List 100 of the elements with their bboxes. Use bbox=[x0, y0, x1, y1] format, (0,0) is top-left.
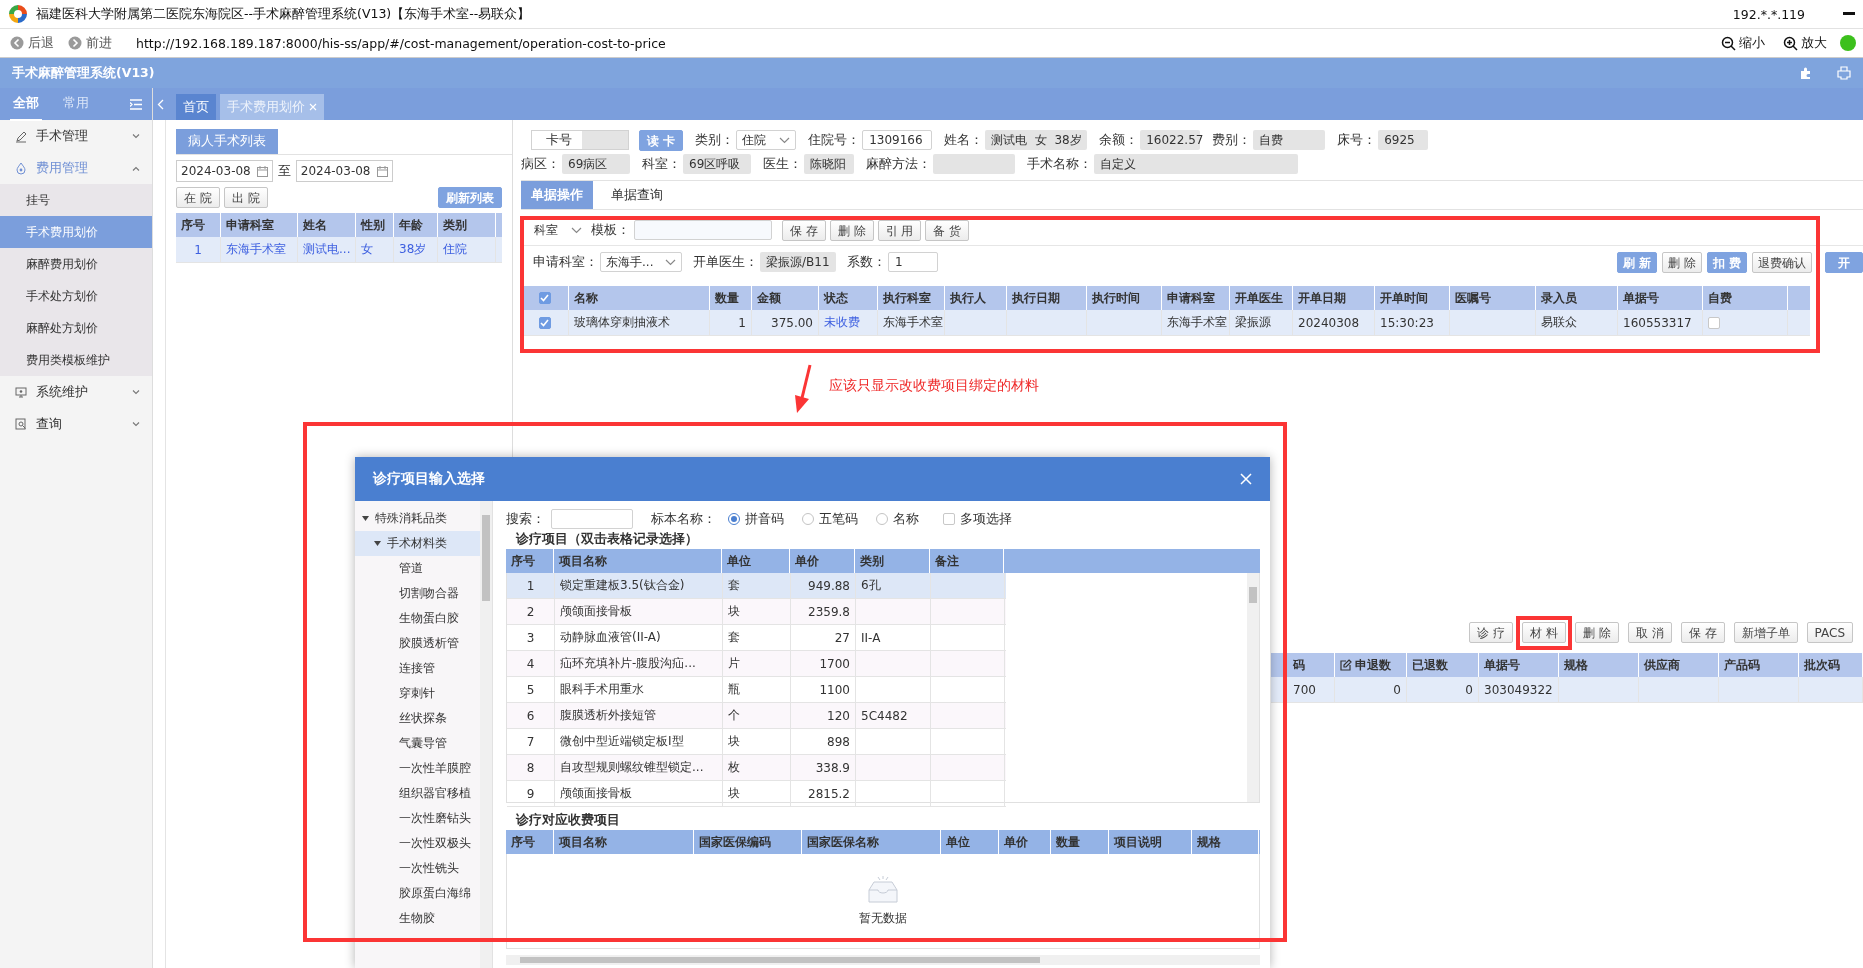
checkbox[interactable] bbox=[538, 292, 551, 304]
zoom-in-icon[interactable] bbox=[1783, 35, 1798, 51]
input-field[interactable]: 1 bbox=[888, 252, 938, 272]
chevron-left-icon[interactable] bbox=[157, 98, 164, 110]
chevron-icon bbox=[132, 421, 140, 427]
radio-option[interactable]: 名称 bbox=[870, 510, 925, 528]
zoom-out-button[interactable]: 缩小 bbox=[1715, 33, 1771, 53]
calendar-icon[interactable] bbox=[256, 165, 268, 177]
zoom-out-icon[interactable] bbox=[1721, 35, 1736, 51]
tree-item[interactable]: 特殊消耗品类 bbox=[355, 506, 480, 531]
sidebar-subitem[interactable]: 麻醉费用划价 bbox=[0, 248, 152, 280]
tree-item[interactable]: 丝状探条 bbox=[355, 706, 480, 731]
tree-item[interactable]: 一次性羊膜腔 bbox=[355, 756, 480, 781]
sidebar-subitem[interactable]: 手术处方划价 bbox=[0, 280, 152, 312]
radio-button[interactable] bbox=[876, 513, 888, 525]
scrollbar[interactable] bbox=[506, 955, 1260, 965]
template-field[interactable] bbox=[634, 220, 772, 240]
action-button[interactable]: 新增子单 bbox=[1733, 622, 1798, 643]
action-button[interactable]: 在 院 bbox=[176, 187, 220, 208]
field-label: 标本名称： bbox=[651, 510, 716, 528]
sidebar-item[interactable]: 查询 bbox=[0, 408, 152, 440]
tree-item[interactable]: 胶膜透析管 bbox=[355, 631, 480, 656]
radio-button[interactable] bbox=[802, 513, 814, 525]
table-row[interactable]: 玻璃体穿刺抽液术 1 375.00 未收费 东海手术室 东海手术室 梁振源 20240308 15:30:23 易联众 160553317 bbox=[521, 310, 1810, 336]
table-cell: 0 bbox=[1335, 677, 1407, 702]
table-row[interactable]: 2 颅颌面接骨板 块 2359.8 bbox=[507, 599, 1006, 625]
triangle-icon[interactable] bbox=[373, 539, 382, 548]
action-button[interactable]: 取 消 bbox=[1627, 622, 1672, 643]
tree-item[interactable]: 生物蛋白胶 bbox=[355, 606, 480, 631]
sidebar-subitem[interactable]: 挂号 bbox=[0, 184, 152, 216]
action-button[interactable]: 保 存 bbox=[1680, 622, 1725, 643]
table-cell: 块 bbox=[723, 599, 791, 624]
dropdown[interactable]: 东海手... bbox=[600, 252, 682, 272]
action-button[interactable]: 备 货 bbox=[925, 219, 970, 241]
close-icon[interactable] bbox=[309, 103, 317, 111]
checkbox-option[interactable]: 多项选择 bbox=[937, 510, 1018, 528]
back-button[interactable]: 后退 bbox=[6, 34, 58, 52]
sidebar-item[interactable]: 系统维护 bbox=[0, 376, 152, 408]
action-button[interactable]: 诊 疗 bbox=[1469, 622, 1514, 643]
triangle-icon[interactable] bbox=[361, 514, 370, 523]
date-field[interactable]: 2024-03-08 bbox=[176, 160, 273, 182]
table-row[interactable]: 6 腹膜透析外接短管 个 120 5C4482 bbox=[507, 703, 1006, 729]
checkbox[interactable] bbox=[538, 316, 551, 329]
tree-item[interactable]: 手术材料类 bbox=[355, 531, 480, 556]
action-button[interactable]: 删 除 bbox=[829, 219, 874, 241]
puzzle-icon[interactable] bbox=[1799, 66, 1813, 80]
table-cell: 1700 bbox=[791, 651, 856, 676]
action-button[interactable]: PACS bbox=[1806, 622, 1853, 643]
table-cell: 700 bbox=[1271, 677, 1335, 702]
tree-item[interactable]: 组织器官移植 bbox=[355, 781, 480, 806]
tree-item[interactable]: 切割吻合器 bbox=[355, 581, 480, 606]
forward-button[interactable]: 前进 bbox=[64, 34, 116, 52]
close-button[interactable] bbox=[1240, 473, 1252, 485]
tree-item[interactable]: 管道 bbox=[355, 556, 480, 581]
tree-item[interactable]: 穿刺针 bbox=[355, 681, 480, 706]
table-row[interactable]: 1 锁定重建板3.5(钛合金) 套 949.88 6孔 bbox=[507, 573, 1006, 599]
action-button[interactable]: 保 存 bbox=[782, 219, 826, 241]
table-row[interactable]: 8 自攻型规则螺纹锥型锁定... 枚 338.9 bbox=[507, 755, 1006, 781]
action-button[interactable]: 材 料 bbox=[1522, 622, 1567, 643]
card-number-field[interactable]: 卡号 bbox=[531, 130, 629, 150]
date-field[interactable]: 2024-03-08 bbox=[295, 160, 393, 182]
menu-icon[interactable] bbox=[130, 98, 142, 110]
sidebar-subitem[interactable]: 麻醉处方划价 bbox=[0, 312, 152, 344]
sidebar-subitem[interactable]: 费用类模板维护 bbox=[0, 344, 152, 376]
action-button[interactable]: 删 除 bbox=[1662, 251, 1702, 273]
table-row[interactable]: 700 0 0 303049322 bbox=[1271, 677, 1863, 703]
checkbox[interactable] bbox=[943, 513, 955, 525]
action-button[interactable]: 退费确认 bbox=[1752, 251, 1812, 273]
printer-icon[interactable] bbox=[1837, 66, 1851, 80]
action-button[interactable]: 出 院 bbox=[223, 187, 268, 208]
tree-item[interactable]: 生物胶 bbox=[355, 906, 480, 931]
arrow-right-icon[interactable] bbox=[68, 36, 82, 50]
tree-item[interactable]: 胶原蛋白海绵 bbox=[355, 881, 480, 906]
checkbox[interactable] bbox=[1708, 316, 1720, 329]
minimize-icon[interactable] bbox=[1843, 12, 1855, 16]
table-row[interactable]: 1 东海手术室 测试电... 女 38岁 住院 bbox=[176, 237, 502, 263]
table-cell: 3 bbox=[507, 625, 555, 650]
dropdown[interactable]: 住院 bbox=[736, 130, 797, 150]
scrollbar[interactable] bbox=[480, 501, 492, 968]
zoom-in-button[interactable]: 放大 bbox=[1777, 33, 1833, 53]
page-tab[interactable]: 首页 bbox=[176, 94, 216, 120]
action-button[interactable]: 删 除 bbox=[1575, 622, 1619, 643]
radio-option[interactable]: 拼音码 bbox=[722, 510, 790, 528]
radio-option[interactable]: 五笔码 bbox=[796, 510, 864, 528]
tree-item[interactable]: 一次性磨钻头 bbox=[355, 806, 480, 831]
table-row[interactable]: 4 疝环充填补片-腹股沟疝... 片 1700 bbox=[507, 651, 1006, 677]
action-button[interactable]: 引 用 bbox=[877, 219, 922, 241]
table-row[interactable]: 9 颅颌面接骨板 块 2815.2 bbox=[507, 781, 1006, 807]
input-field[interactable]: 1309166 bbox=[862, 130, 933, 150]
tree-item[interactable]: 气囊导管 bbox=[355, 731, 480, 756]
document-tab[interactable]: 单据查询 bbox=[593, 181, 681, 209]
tree-item[interactable]: 一次性双极头 bbox=[355, 831, 480, 856]
sidebar-item[interactable]: 手术管理 bbox=[0, 120, 152, 152]
calendar-icon[interactable] bbox=[376, 165, 388, 177]
arrow-left-icon[interactable] bbox=[10, 36, 24, 50]
scrollbar[interactable] bbox=[1247, 573, 1259, 802]
tree-item[interactable]: 一次性铣头 bbox=[355, 856, 480, 881]
search-field[interactable] bbox=[551, 509, 633, 529]
tree-item[interactable]: 连接管 bbox=[355, 656, 480, 681]
radio-button[interactable] bbox=[728, 513, 740, 525]
